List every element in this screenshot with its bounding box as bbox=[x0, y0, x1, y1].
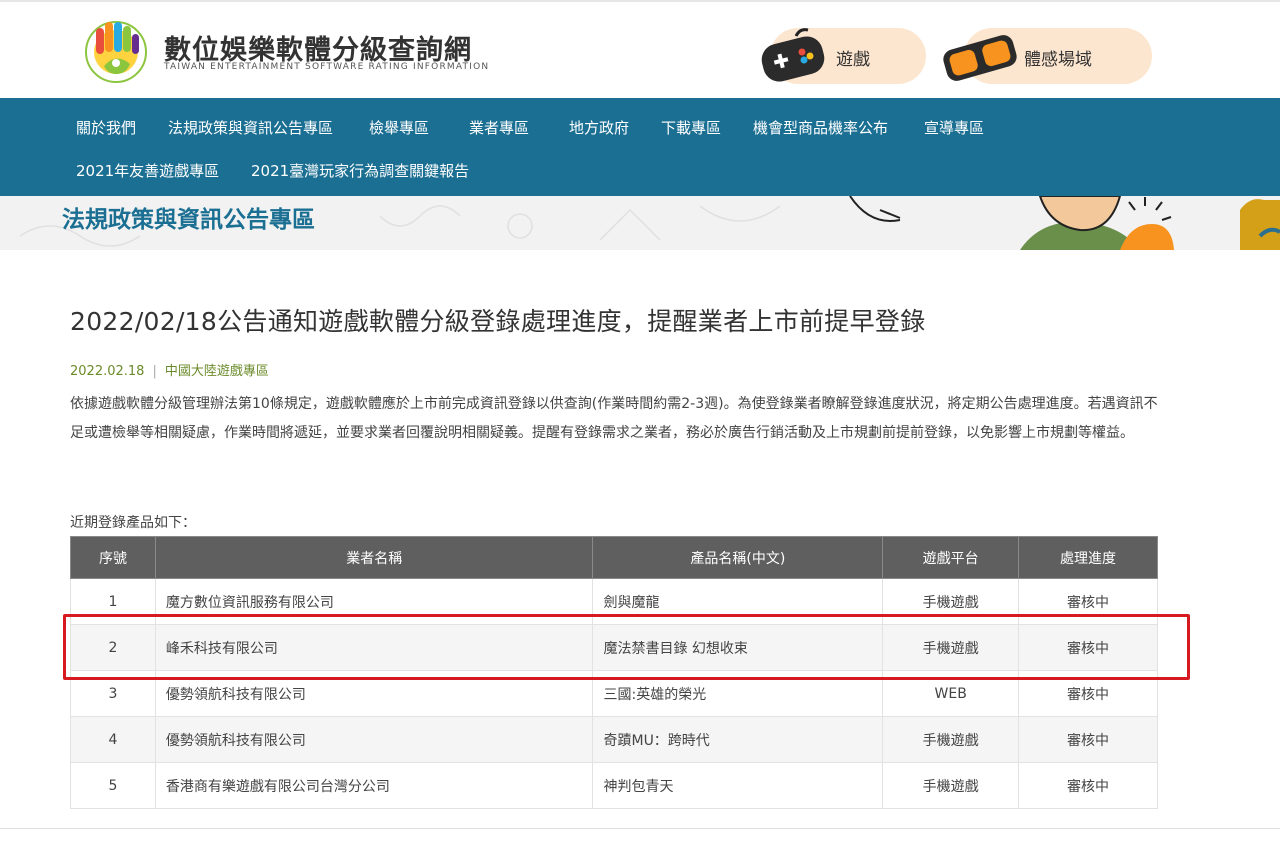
cell-status: 審核中 bbox=[1018, 624, 1158, 671]
nav-item-industry[interactable]: 業者專區 bbox=[469, 117, 529, 138]
header-company: 業者名稱 bbox=[154, 536, 594, 579]
cell-status: 審核中 bbox=[1018, 762, 1158, 809]
nav-item-player-survey[interactable]: 2021臺灣玩家行為調查關鍵報告 bbox=[251, 160, 469, 181]
cell-product: 奇蹟MU：跨時代 bbox=[592, 716, 884, 763]
cell-company: 香港商有樂遊戲有限公司台灣分公司 bbox=[154, 762, 594, 809]
article-date: 2022.02.18 bbox=[70, 364, 145, 379]
cell-status: 審核中 bbox=[1018, 670, 1158, 717]
cell-status: 審核中 bbox=[1018, 716, 1158, 763]
games-button-label: 遊戲 bbox=[836, 50, 870, 70]
nav-item-download[interactable]: 下載專區 bbox=[661, 117, 721, 138]
nav-item-policy[interactable]: 法規政策與資訊公告專區 bbox=[168, 117, 333, 138]
cell-status: 審核中 bbox=[1018, 578, 1158, 625]
cell-product: 三國:英雄的榮光 bbox=[592, 670, 884, 717]
article-title: 2022/02/18公告通知遊戲軟體分級登錄處理進度，提醒業者上市前提早登錄 bbox=[70, 307, 926, 336]
banner-title: 法規政策與資訊公告專區 bbox=[62, 207, 315, 233]
vr-goggles-icon bbox=[943, 35, 1017, 81]
list-intro: 近期登錄產品如下： bbox=[70, 515, 196, 531]
site-header: 數位娛樂軟體分級查詢網 TAIWAN ENTERTAINMENT SOFTWAR… bbox=[0, 2, 1280, 98]
vr-zone-button-label: 體感場域 bbox=[1024, 50, 1092, 70]
table-row: 2 峰禾科技有限公司 魔法禁書目錄 幻想收束 手機遊戲 審核中 bbox=[70, 624, 1158, 671]
header-product: 產品名稱(中文) bbox=[592, 536, 884, 579]
cell-product: 魔法禁書目錄 幻想收束 bbox=[592, 624, 884, 671]
header-status: 處理進度 bbox=[1018, 536, 1158, 579]
cell-company: 魔方數位資訊服務有限公司 bbox=[154, 578, 594, 625]
header-no: 序號 bbox=[70, 536, 156, 579]
nav-item-promotion[interactable]: 宣導專區 bbox=[924, 117, 984, 138]
article-meta: 2022.02.18 | 中國大陸遊戲專區 bbox=[70, 360, 269, 379]
nav-item-probability[interactable]: 機會型商品機率公布 bbox=[753, 117, 888, 138]
cell-product: 神判包青天 bbox=[592, 762, 884, 809]
article-body: 依據遊戲軟體分級管理辦法第10條規定，遊戲軟體應於上市前完成資訊登錄以供查詢(作… bbox=[70, 396, 1158, 441]
meta-separator: | bbox=[152, 364, 157, 379]
table-row: 3 優勢領航科技有限公司 三國:英雄的榮光 WEB 審核中 bbox=[70, 670, 1158, 717]
games-button[interactable]: 遊戲 bbox=[761, 28, 926, 84]
cell-company: 峰禾科技有限公司 bbox=[154, 624, 594, 671]
nav-item-report[interactable]: 檢舉專區 bbox=[369, 117, 429, 138]
vr-zone-button[interactable]: 體感場域 bbox=[943, 28, 1152, 84]
cell-product: 劍與魔龍 bbox=[592, 578, 884, 625]
cell-no: 1 bbox=[70, 578, 156, 625]
section-banner: 法規政策與資訊公告專區 bbox=[0, 196, 1280, 250]
article-category[interactable]: 中國大陸遊戲專區 bbox=[165, 364, 269, 379]
site-subtitle: TAIWAN ENTERTAINMENT SOFTWARE RATING INF… bbox=[164, 62, 490, 72]
cell-platform: 手機遊戲 bbox=[882, 762, 1020, 809]
cell-no: 3 bbox=[70, 670, 156, 717]
gamepad-icon bbox=[761, 28, 825, 82]
cell-no: 2 bbox=[70, 624, 156, 671]
cell-no: 4 bbox=[70, 716, 156, 763]
cell-platform: WEB bbox=[882, 670, 1020, 717]
footer-divider bbox=[0, 828, 1280, 829]
cell-no: 5 bbox=[70, 762, 156, 809]
cell-platform: 手機遊戲 bbox=[882, 624, 1020, 671]
cell-company: 優勢領航科技有限公司 bbox=[154, 670, 594, 717]
table-row: 4 優勢領航科技有限公司 奇蹟MU：跨時代 手機遊戲 審核中 bbox=[70, 716, 1158, 763]
products-table: 序號 業者名稱 產品名稱(中文) 遊戲平台 處理進度 1 魔方數位資訊服務有限公… bbox=[70, 536, 1158, 809]
cell-platform: 手機遊戲 bbox=[882, 578, 1020, 625]
nav-item-about[interactable]: 關於我們 bbox=[76, 117, 136, 138]
table-row: 5 香港商有樂遊戲有限公司台灣分公司 神判包青天 手機遊戲 審核中 bbox=[70, 762, 1158, 809]
header-platform: 遊戲平台 bbox=[882, 536, 1020, 579]
table-row: 1 魔方數位資訊服務有限公司 劍與魔龍 手機遊戲 審核中 bbox=[70, 578, 1158, 625]
banner-illustration-icon bbox=[849, 196, 1280, 250]
site-logo-icon[interactable] bbox=[74, 16, 160, 84]
cell-platform: 手機遊戲 bbox=[882, 716, 1020, 763]
nav-item-local-gov[interactable]: 地方政府 bbox=[569, 117, 629, 138]
nav-item-friendly-games[interactable]: 2021年友善遊戲專區 bbox=[76, 160, 219, 181]
main-nav: 關於我們 法規政策與資訊公告專區 檢舉專區 業者專區 地方政府 下載專區 機會型… bbox=[0, 98, 1280, 196]
table-header-row: 序號 業者名稱 產品名稱(中文) 遊戲平台 處理進度 bbox=[70, 536, 1158, 579]
cell-company: 優勢領航科技有限公司 bbox=[154, 716, 594, 763]
